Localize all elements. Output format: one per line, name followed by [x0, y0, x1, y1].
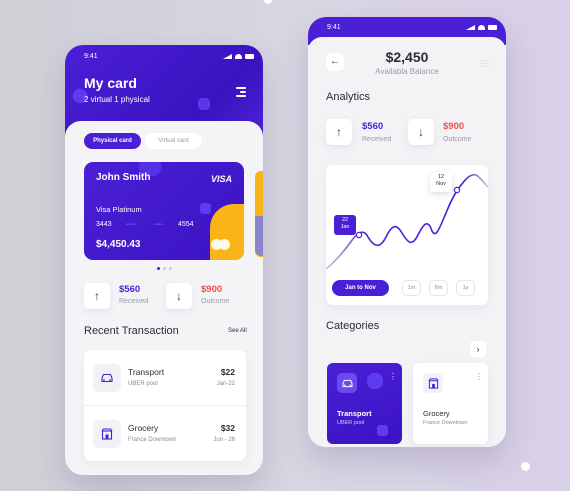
battery-icon: [488, 25, 497, 30]
outcome-label: Outcome: [201, 298, 230, 305]
period-1y[interactable]: 1y: [456, 280, 475, 296]
transaction-row[interactable]: Transport UBER pool $22 Jan-22: [84, 350, 246, 405]
date-range-pill[interactable]: Jan to Nov: [332, 280, 389, 296]
visa-logo: VISA: [210, 174, 232, 184]
category-subtitle: France Downtown: [423, 420, 468, 426]
see-all-link[interactable]: See All: [228, 328, 247, 334]
chart-point-high[interactable]: [453, 186, 461, 194]
card-type: Visa Platinum: [96, 205, 142, 214]
outcome-label: Outcome: [443, 136, 472, 143]
page-title: My card: [84, 75, 137, 91]
background-dot-bottom: [521, 462, 530, 471]
transaction-subtitle: France Downtown: [128, 437, 177, 443]
category-transport[interactable]: ⋮ Transport UBER pool: [327, 363, 402, 444]
period-6m[interactable]: 6m: [429, 280, 448, 296]
arrow-down-icon[interactable]: ↓: [166, 283, 192, 309]
transaction-title: Transport: [128, 367, 165, 377]
tooltip-day: 12: [437, 174, 445, 180]
category-title: Grocery: [423, 409, 450, 418]
received-label: Received: [362, 136, 392, 143]
tooltip-jan: 22 Jan: [334, 215, 356, 235]
decorative-blob: [377, 425, 388, 436]
tab-virtual-card[interactable]: Virtual card: [145, 133, 202, 149]
pager-dot[interactable]: [163, 267, 166, 270]
transaction-amount: $22: [220, 367, 235, 377]
analytics-screen: 9:41 ← $2,450 Availabla Balance Analytic…: [308, 17, 506, 447]
available-balance: $2,450: [385, 49, 429, 65]
card-number-group: ····: [154, 221, 164, 228]
card-number-group: ····: [126, 221, 136, 228]
arrow-up-icon[interactable]: ↑: [84, 283, 110, 309]
status-time: 9:41: [327, 24, 341, 31]
transaction-row[interactable]: Grocery France Downtown $32 Jun - 26: [84, 405, 246, 460]
chart-point-low[interactable]: [355, 231, 363, 239]
transaction-subtitle: UBER pool: [128, 381, 158, 387]
page-subtitle: 2 virtual 1 physical: [84, 95, 150, 104]
store-icon: [423, 373, 443, 393]
received-value: $560: [362, 121, 384, 132]
next-card-peek-shade: [255, 216, 263, 256]
received-label: Received: [119, 298, 149, 305]
status-icons: [223, 54, 254, 59]
pager-dot[interactable]: [169, 267, 172, 270]
signal-icon: [466, 25, 475, 30]
transaction-list: Transport UBER pool $22 Jan-22 Grocery F…: [84, 350, 246, 461]
outcome-value: $900: [201, 284, 223, 295]
store-icon: [93, 420, 121, 448]
card-number-group: 3443: [96, 221, 112, 228]
bank-card[interactable]: John Smith VISA Visa Platinum 3443 ···· …: [84, 162, 244, 260]
categories-title: Categories: [326, 320, 380, 332]
chevron-right-icon[interactable]: ›: [470, 341, 486, 357]
more-vertical-icon[interactable]: ⋮: [389, 373, 397, 381]
my-card-body: Physical card Virtual card John Smith VI…: [65, 121, 263, 475]
analytics-chart[interactable]: 22 Jan 12 Nov Jan to Nov 1m 6m 1y: [326, 165, 488, 305]
signal-icon: [223, 54, 232, 59]
background-dot-top: [264, 0, 272, 4]
card-holder-name: John Smith: [96, 172, 151, 183]
wifi-icon: [478, 25, 485, 30]
tooltip-day: 22: [341, 217, 349, 223]
card-accent-shape: [210, 204, 244, 260]
decorative-blob: [367, 373, 383, 389]
transaction-date: Jan-22: [216, 381, 235, 387]
transaction-amount: $32: [220, 423, 235, 433]
mastercard-circle-right: [219, 239, 230, 250]
category-grocery[interactable]: ⋮ Grocery France Downtown: [413, 363, 488, 444]
analytics-title: Analytics: [326, 91, 371, 103]
status-icons: [466, 25, 497, 30]
category-subtitle: UBER pool: [337, 420, 365, 426]
menu-icon[interactable]: [236, 87, 246, 97]
more-vertical-icon[interactable]: ⋮: [475, 373, 483, 381]
battery-icon: [245, 54, 254, 59]
received-value: $560: [119, 284, 141, 295]
available-balance-label: Availabla Balance: [375, 67, 439, 76]
pager-dot[interactable]: [157, 267, 160, 270]
tooltip-nov: 12 Nov: [430, 172, 452, 192]
analytics-body: ← $2,450 Availabla Balance Analytics ↑ $…: [308, 37, 506, 447]
car-icon: [93, 364, 121, 392]
transaction-date: Jun - 26: [213, 437, 235, 443]
card-number-group: 4554: [178, 221, 194, 228]
outcome-value: $900: [443, 121, 465, 132]
my-card-screen: 9:41 My card 2 virtual 1 physical Physic…: [65, 45, 263, 475]
card-balance: $4,450.43: [96, 239, 141, 250]
arrow-down-icon[interactable]: ↓: [408, 119, 434, 145]
decorative-blob: [200, 203, 211, 214]
card-pager: [157, 267, 172, 270]
tooltip-month: Nov: [436, 181, 446, 187]
decorative-blob: [198, 98, 210, 110]
car-icon: [337, 373, 357, 393]
wifi-icon: [235, 54, 242, 59]
status-time: 9:41: [84, 53, 98, 60]
arrow-up-icon[interactable]: ↑: [326, 119, 352, 145]
recent-transaction-title: Recent Transaction: [84, 325, 179, 337]
menu-icon[interactable]: [480, 60, 489, 69]
transaction-title: Grocery: [128, 423, 159, 433]
period-1m[interactable]: 1m: [402, 280, 421, 296]
tab-physical-card[interactable]: Physical card: [84, 133, 141, 149]
category-title: Transport: [337, 409, 372, 418]
tooltip-month: Jan: [340, 224, 350, 230]
